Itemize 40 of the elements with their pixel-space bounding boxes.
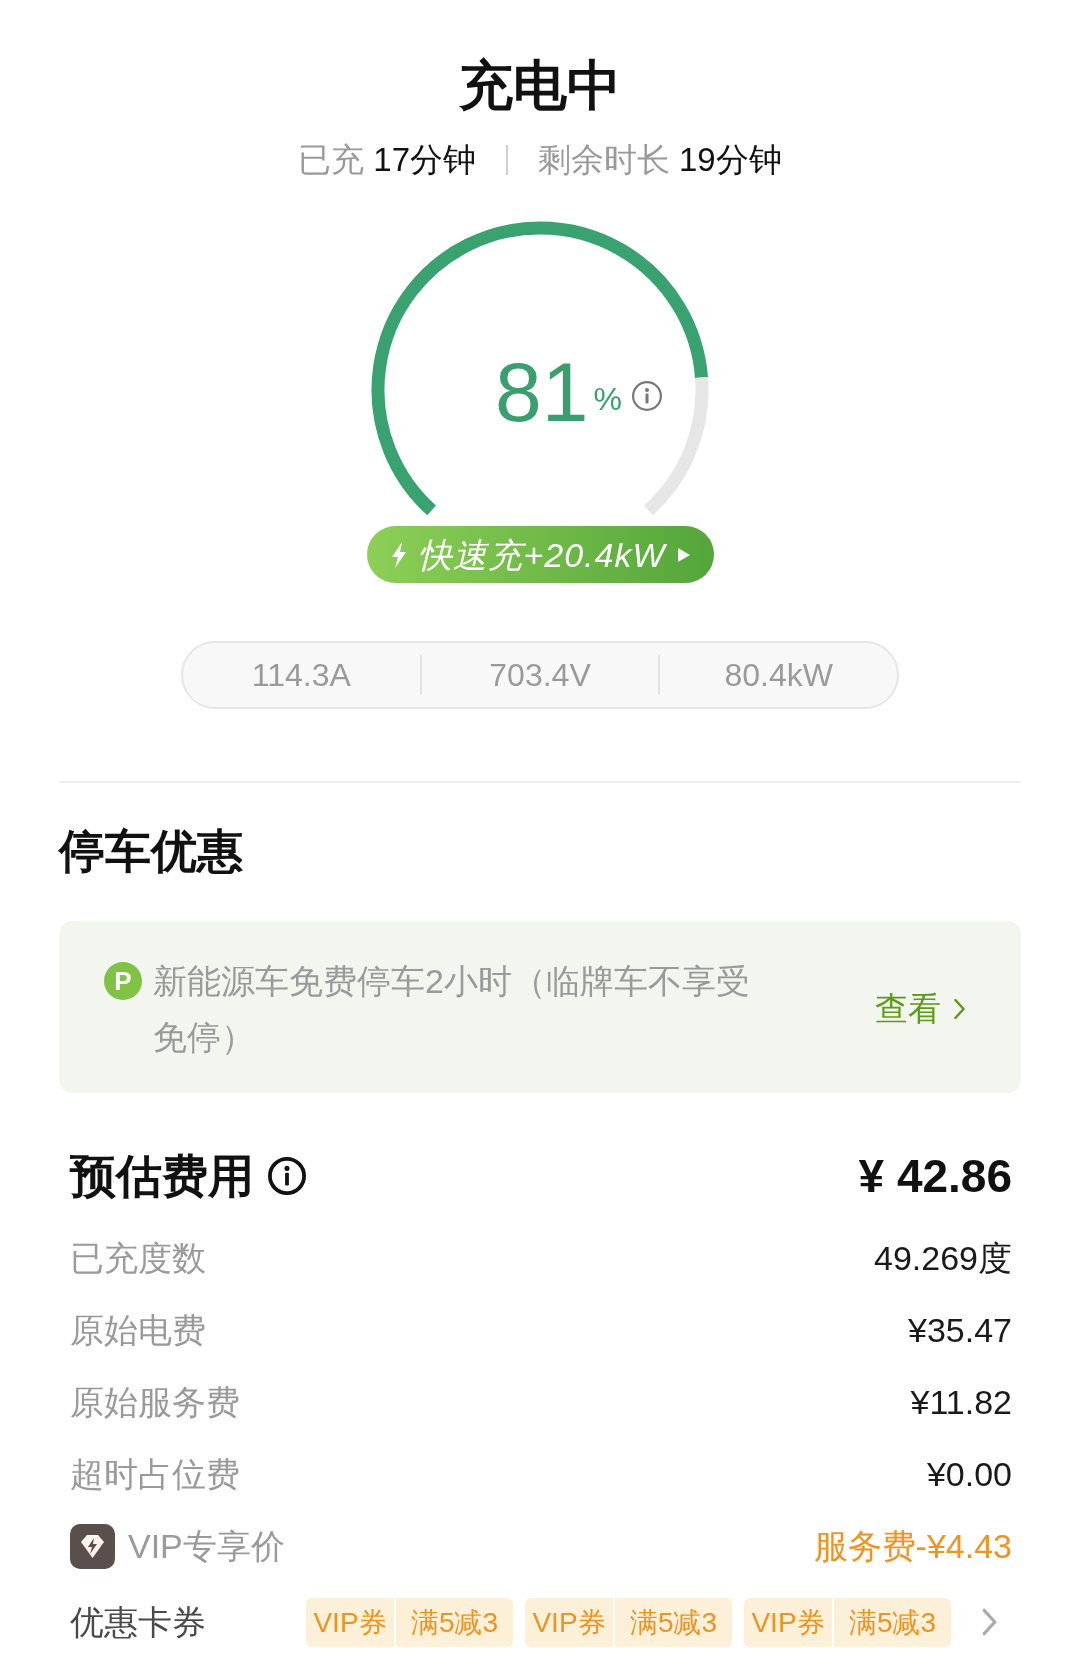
view-link[interactable]: 查看 <box>875 989 966 1029</box>
fee-title: 预估费用 <box>70 1149 254 1204</box>
remaining-label: 剩余时长 <box>538 140 670 180</box>
coupon-tag: VIP券 <box>525 1597 613 1647</box>
section-title: 停车优惠 <box>59 824 243 879</box>
chevron-right-icon[interactable] <box>981 1607 998 1637</box>
fee-value: ¥11.82 <box>910 1382 1012 1423</box>
play-icon <box>677 547 690 562</box>
fast-charge-button[interactable]: 快速充+20.4kW <box>366 526 714 583</box>
fee-label: 已充度数 <box>70 1238 206 1279</box>
elapsed-label: 已充 <box>298 140 365 180</box>
fee-label: VIP专享价 <box>128 1526 285 1567</box>
page-title: 充电中 <box>459 55 621 115</box>
charge-percent: 81 <box>495 348 589 436</box>
fee-value: 49.269度 <box>874 1238 1012 1279</box>
percent-unit: % <box>593 381 622 417</box>
parking-icon: P <box>104 962 142 1000</box>
remaining-value: 19分钟 <box>679 140 782 180</box>
fee-label: 原始电费 <box>70 1310 206 1351</box>
fee-label: 超时占位费 <box>70 1454 240 1495</box>
fee-value: 服务费-¥4.43 <box>813 1526 1012 1567</box>
coupon-offer: 满5减3 <box>615 1597 732 1647</box>
stat-value: 703.4V <box>489 656 591 695</box>
coupon-tag: VIP券 <box>744 1597 832 1647</box>
coupon-tag: VIP券 <box>306 1597 394 1647</box>
stat-value: 114.3A <box>251 656 351 695</box>
coupon-offer: 满5减3 <box>396 1597 513 1647</box>
fee-label: 原始服务费 <box>70 1382 240 1423</box>
parking-notice-text: 新能源车免费停车2小时（临牌车不享受免停） <box>153 961 751 1058</box>
bolt-icon <box>390 541 409 568</box>
gem-bolt-icon <box>70 1523 115 1569</box>
coupon-label: 优惠卡券 <box>70 1602 206 1643</box>
fee-value: ¥35.47 <box>908 1310 1012 1351</box>
stat-value: 80.4kW <box>724 656 833 695</box>
fee-value: ¥0.00 <box>926 1454 1012 1495</box>
elapsed-value: 17分钟 <box>373 140 476 180</box>
fee-total: ¥ 42.86 <box>858 1149 1012 1204</box>
info-icon[interactable] <box>268 1157 306 1195</box>
coupon-offer: 满5减3 <box>834 1597 951 1647</box>
chevron-right-icon[interactable] <box>953 997 966 1021</box>
